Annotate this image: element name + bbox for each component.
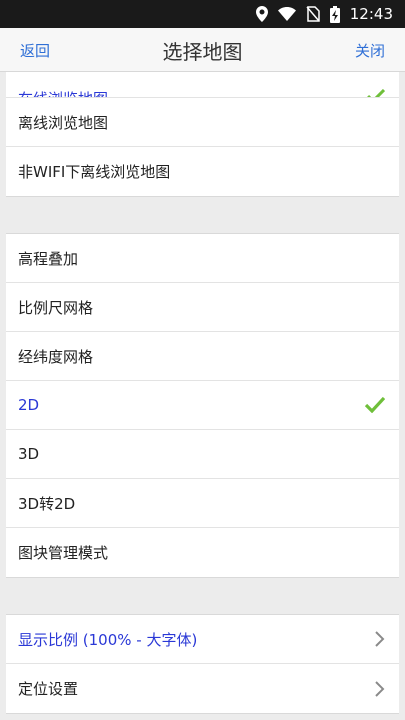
no-sim-icon: [306, 6, 320, 22]
chevron-right-icon: [375, 680, 385, 697]
list-item-scale-grid[interactable]: 比例尺网格: [6, 283, 399, 332]
list-item-label: 3D转2D: [18, 494, 76, 513]
list-item-3d-to-2d[interactable]: 3D转2D: [6, 479, 399, 528]
list-item-elevation-overlay[interactable]: 高程叠加: [6, 234, 399, 283]
list-item-location-settings[interactable]: 定位设置: [6, 664, 399, 713]
list-item-label: 比例尺网格: [18, 298, 94, 317]
location-icon: [255, 6, 268, 22]
list-item-display-scale[interactable]: 显示比例 (100% - 大字体): [6, 615, 399, 664]
list-item-label: 非WIFI下离线浏览地图: [18, 163, 171, 181]
settings-group: 显示比例 (100% - 大字体) 定位设置: [6, 614, 399, 714]
list-item-offline-map[interactable]: 离线浏览地图: [6, 98, 399, 147]
list-item-latlng-grid[interactable]: 经纬度网格: [6, 332, 399, 381]
battery-charging-icon: [329, 5, 340, 23]
list-item-label: 图块管理模式: [18, 544, 109, 562]
map-options-group: 高程叠加 比例尺网格 经纬度网格 2D 3D 3D转2D 图块管理模式: [6, 233, 399, 578]
chevron-right-icon: [375, 631, 385, 647]
list-item-tile-management[interactable]: 图块管理模式: [6, 528, 399, 577]
list-item-label: 高程叠加: [18, 249, 79, 268]
nav-bar: 返回 选择地图 关闭: [0, 28, 405, 72]
list-item-3d[interactable]: 3D: [6, 430, 399, 479]
list-item-label: 在线浏览地图: [18, 88, 108, 97]
page-title: 选择地图: [162, 40, 243, 64]
list-item-label: 显示比例 (100% - 大字体): [18, 630, 198, 649]
check-icon: [365, 397, 385, 413]
list-item-label: 经纬度网格: [18, 347, 94, 366]
status-time: 12:43: [349, 5, 393, 23]
list-item-label: 3D: [18, 445, 40, 463]
map-source-group: 在线浏览地图 离线浏览地图 非WIFI下离线浏览地图: [6, 72, 399, 197]
list-item-non-wifi-offline-map[interactable]: 非WIFI下离线浏览地图: [6, 147, 399, 196]
list-item-2d[interactable]: 2D: [6, 381, 399, 430]
list-item-label: 定位设置: [18, 680, 79, 698]
status-bar: 12:43: [0, 0, 405, 28]
wifi-icon: [277, 7, 296, 21]
close-button[interactable]: 关闭: [355, 40, 385, 61]
check-icon: [367, 89, 385, 97]
list-item-online-map[interactable]: 在线浏览地图: [6, 72, 399, 98]
list-item-label: 离线浏览地图: [18, 113, 109, 132]
list-item-label: 2D: [18, 396, 40, 414]
